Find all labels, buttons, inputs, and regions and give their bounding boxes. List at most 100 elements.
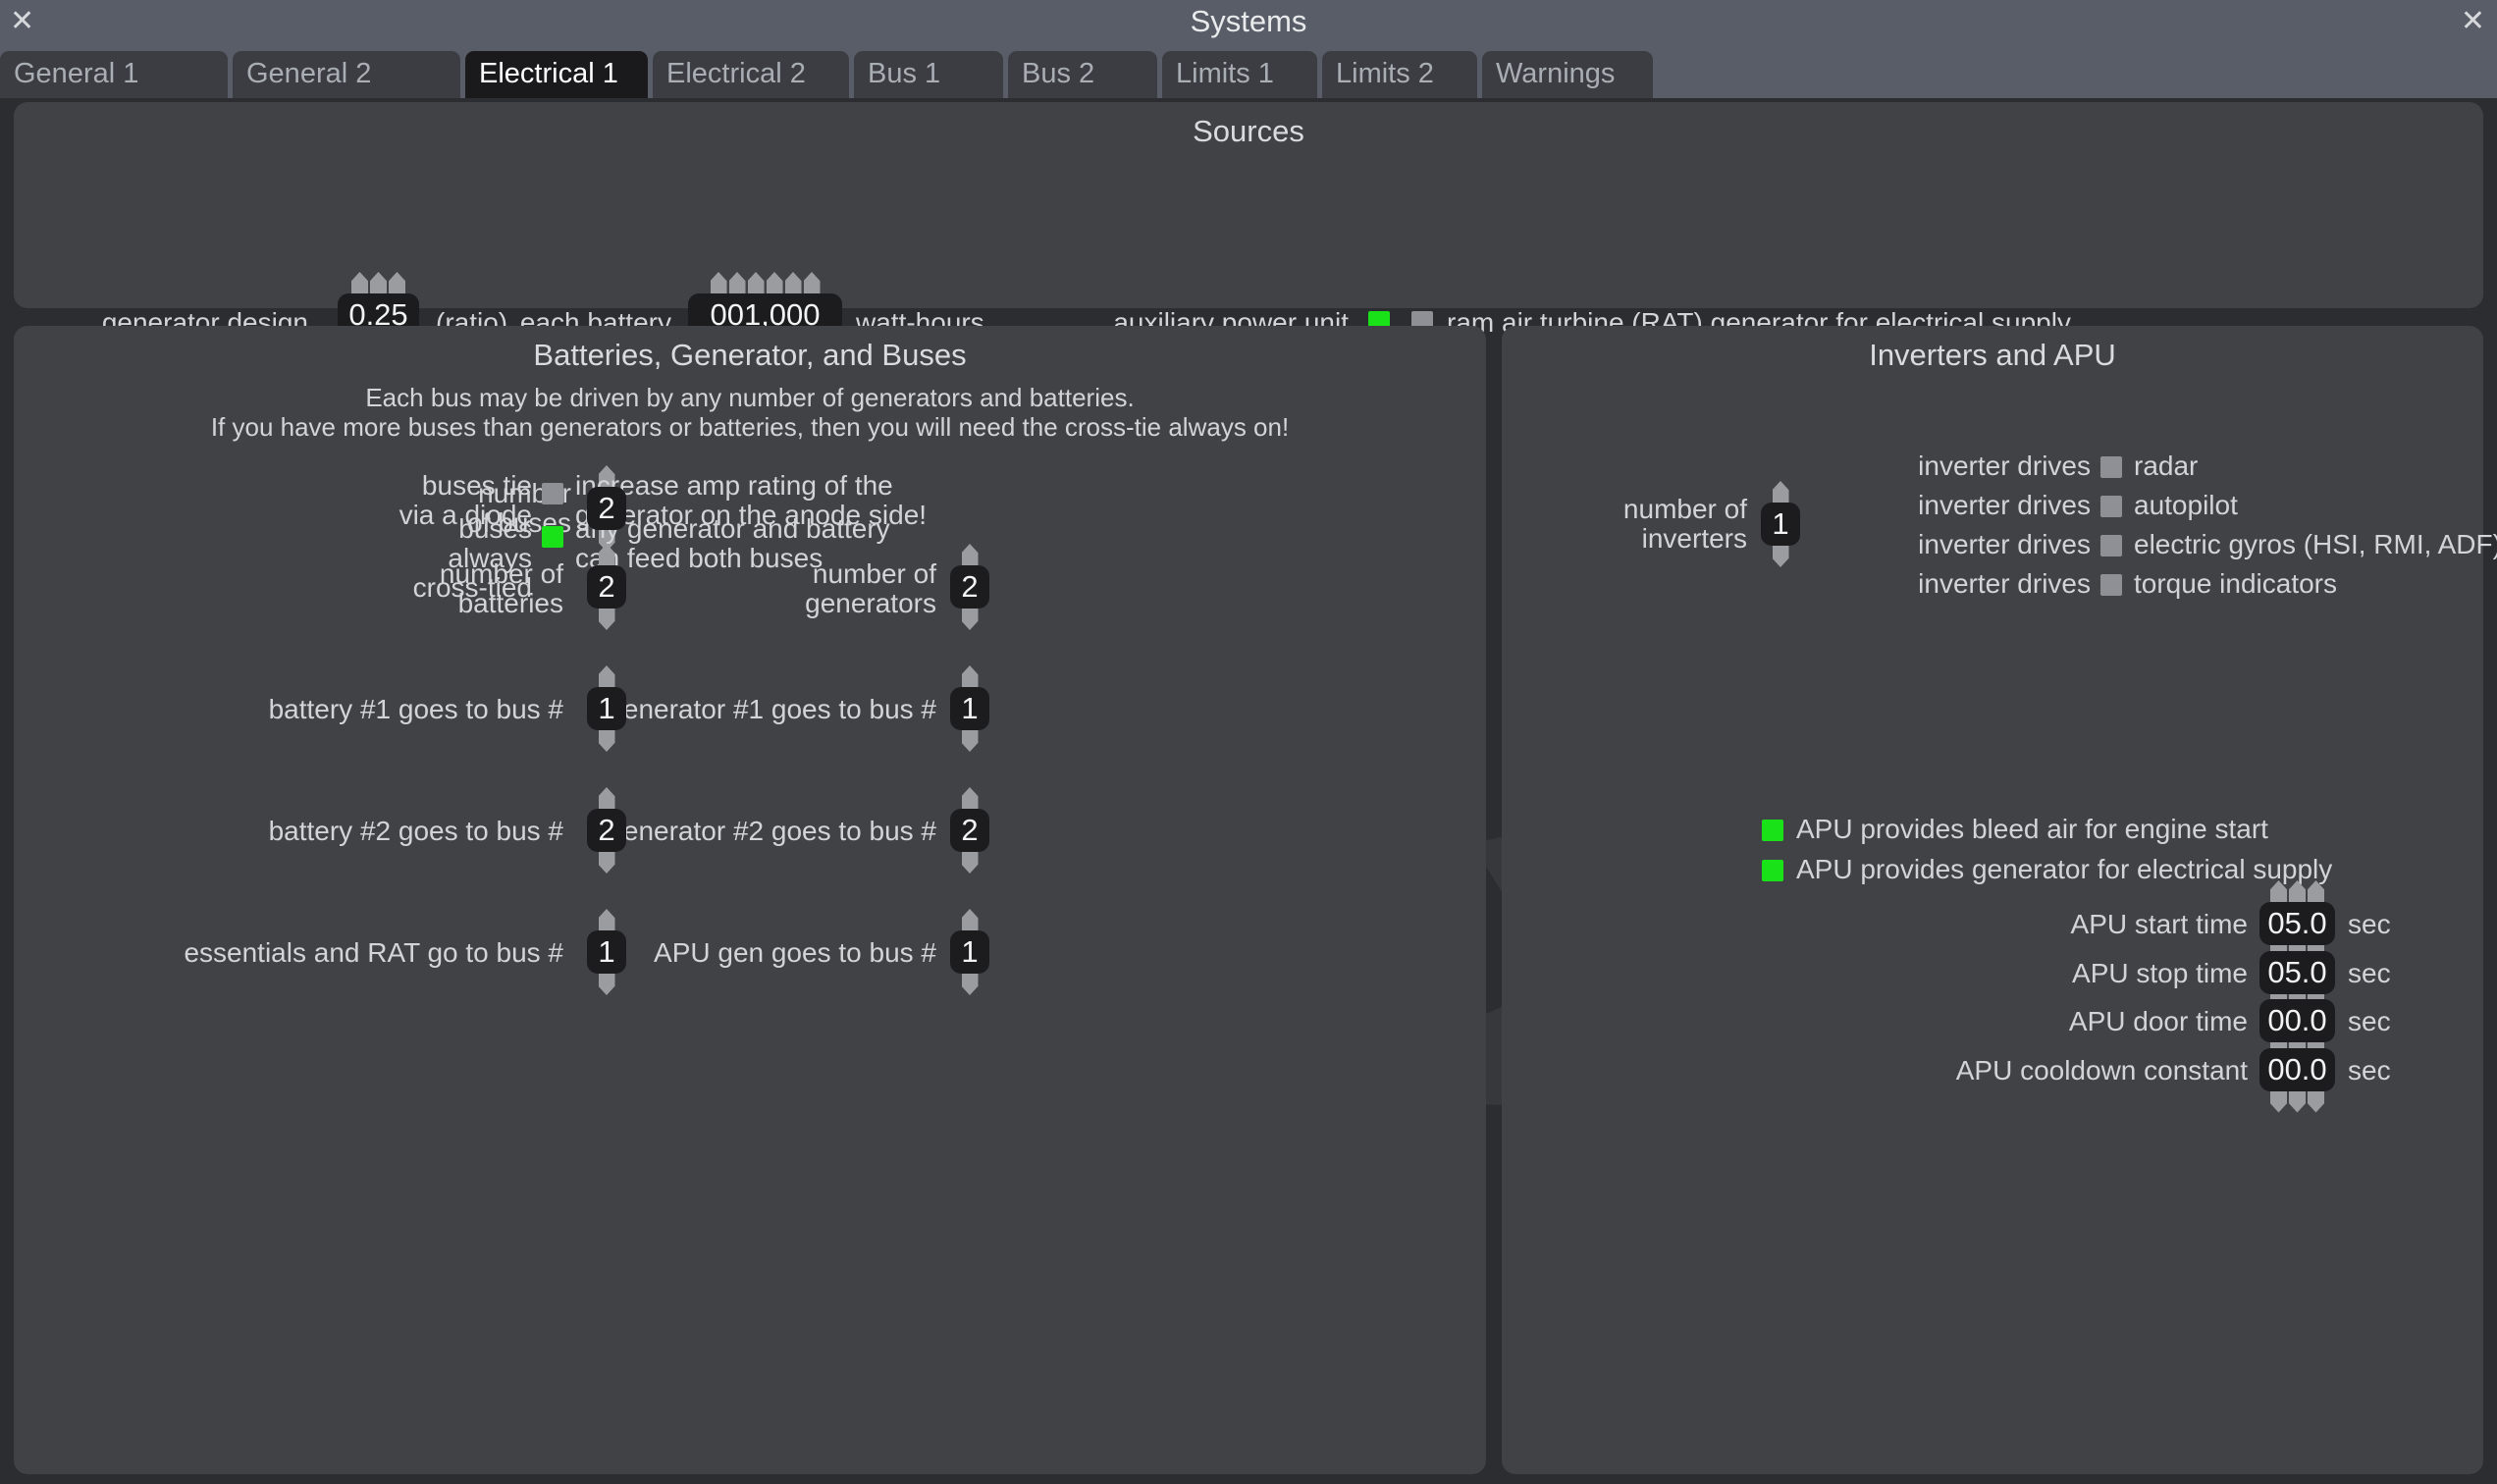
spinner-down-arrows[interactable]: [598, 974, 615, 995]
tab-warnings[interactable]: Warnings: [1482, 51, 1653, 98]
inverter-drives-checkbox[interactable]: [2100, 496, 2122, 517]
tab-limits-1[interactable]: Limits 1: [1162, 51, 1317, 98]
spinner-down-arrow[interactable]: [598, 974, 615, 995]
generator-row-value[interactable]: 1: [950, 687, 989, 730]
generator-row-spinner[interactable]: 2: [950, 544, 989, 630]
spinner-down-arrow[interactable]: [961, 609, 979, 630]
spinner-up-arrow[interactable]: [766, 272, 783, 293]
close-icon-right[interactable]: ✕: [2461, 7, 2485, 36]
buses-tie-diode-checkbox[interactable]: [542, 483, 563, 504]
inverter-drives-prefix: inverter drives: [1918, 529, 2091, 559]
battery-row-value[interactable]: 1: [587, 930, 626, 974]
spinner-up-arrows[interactable]: [598, 909, 615, 930]
battery-row-value[interactable]: 1: [587, 687, 626, 730]
spinner-down-arrow[interactable]: [2289, 1090, 2306, 1113]
spinner-down-arrow[interactable]: [598, 730, 615, 752]
spinner-up-arrow[interactable]: [784, 272, 802, 293]
inverter-drives-checkbox[interactable]: [2100, 456, 2122, 478]
generator-row-spinner[interactable]: 2: [950, 787, 989, 874]
spinner-up-arrow[interactable]: [961, 909, 979, 930]
spinner-up-arrows[interactable]: [598, 665, 615, 687]
inverter-drives-checkbox[interactable]: [2100, 535, 2122, 556]
panel-batteries-subtitle-1: Each bus may be driven by any number of …: [365, 383, 1135, 412]
apu-time-value[interactable]: 00.0: [2259, 999, 2335, 1042]
number-of-buses-value[interactable]: 2: [587, 487, 626, 530]
spinner-up-arrow[interactable]: [598, 787, 615, 809]
spinner-down-arrows[interactable]: [598, 730, 615, 752]
battery-row-spinner[interactable]: 1: [587, 909, 626, 995]
apu-option-checkbox[interactable]: [1762, 860, 1783, 881]
spinner-up-arrow[interactable]: [370, 272, 387, 293]
tab-limits-2[interactable]: Limits 2: [1322, 51, 1477, 98]
spinner-up-arrows[interactable]: [961, 909, 979, 930]
spinner-down-arrows[interactable]: [961, 730, 979, 752]
inverter-drives-prefix: inverter drives: [1918, 490, 2091, 520]
spinner-up-arrow[interactable]: [803, 272, 821, 293]
spinner-up-arrows[interactable]: [2270, 880, 2324, 902]
apu-time-spinner[interactable]: 00.0: [2259, 1026, 2335, 1113]
spinner-up-arrow[interactable]: [2289, 880, 2306, 902]
spinner-up-arrows[interactable]: [961, 544, 979, 565]
spinner-up-arrow[interactable]: [2308, 880, 2324, 902]
spinner-up-arrows[interactable]: [1772, 481, 1789, 503]
buses-cross-tied-checkbox[interactable]: [542, 526, 563, 548]
battery-row-spinner[interactable]: 2: [587, 544, 626, 630]
spinner-down-arrow[interactable]: [961, 730, 979, 752]
spinner-up-arrow[interactable]: [961, 787, 979, 809]
spinner-down-arrows[interactable]: [961, 609, 979, 630]
spinner-down-arrows[interactable]: [1772, 546, 1789, 567]
spinner-down-arrow[interactable]: [961, 852, 979, 874]
generator-row-value[interactable]: 1: [950, 930, 989, 974]
spinner-up-arrow[interactable]: [1772, 481, 1789, 503]
apu-option-checkbox[interactable]: [1762, 820, 1783, 841]
inverter-drives-checkbox[interactable]: [2100, 574, 2122, 596]
spinner-up-arrow[interactable]: [598, 909, 615, 930]
number-of-inverters-spinner[interactable]: 1: [1761, 481, 1800, 567]
battery-row-value[interactable]: 2: [587, 809, 626, 852]
spinner-down-arrow[interactable]: [2308, 1090, 2324, 1113]
spinner-down-arrows[interactable]: [961, 974, 979, 995]
spinner-up-arrow[interactable]: [747, 272, 765, 293]
spinner-down-arrows[interactable]: [598, 852, 615, 874]
apu-time-spinner[interactable]: 00.0: [2259, 978, 2335, 1064]
spinner-up-arrow[interactable]: [2270, 880, 2287, 902]
spinner-down-arrow[interactable]: [1772, 546, 1789, 567]
spinner-up-arrow[interactable]: [389, 272, 405, 293]
battery-row-spinner[interactable]: 2: [587, 787, 626, 874]
apu-time-value[interactable]: 05.0: [2259, 902, 2335, 945]
spinner-up-arrows[interactable]: [351, 272, 405, 293]
battery-row-spinner[interactable]: 1: [587, 665, 626, 752]
spinner-down-arrow[interactable]: [961, 974, 979, 995]
tab-electrical-2[interactable]: Electrical 2: [653, 51, 849, 98]
spinner-down-arrows[interactable]: [961, 852, 979, 874]
generator-row-value[interactable]: 2: [950, 565, 989, 609]
tab-electrical-1[interactable]: Electrical 1: [465, 51, 648, 98]
spinner-down-arrow[interactable]: [598, 852, 615, 874]
apu-time-value[interactable]: 00.0: [2259, 1047, 2335, 1091]
spinner-up-arrows[interactable]: [961, 665, 979, 687]
spinner-down-arrow[interactable]: [2270, 1090, 2287, 1113]
spinner-up-arrow[interactable]: [728, 272, 746, 293]
tab-bus-2[interactable]: Bus 2: [1008, 51, 1157, 98]
battery-row-value[interactable]: 2: [587, 565, 626, 609]
spinner-up-arrows[interactable]: [598, 787, 615, 809]
spinner-up-arrows[interactable]: [710, 272, 821, 293]
generator-row-value[interactable]: 2: [950, 809, 989, 852]
generator-row-spinner[interactable]: 1: [950, 909, 989, 995]
apu-time-spinner[interactable]: 05.0: [2259, 928, 2335, 1016]
spinner-down-arrows[interactable]: [2270, 1090, 2324, 1113]
spinner-up-arrow[interactable]: [961, 665, 979, 687]
spinner-up-arrows[interactable]: [961, 787, 979, 809]
spinner-up-arrow[interactable]: [961, 544, 979, 565]
tab-general-1[interactable]: General 1: [0, 51, 228, 98]
tab-bus-1[interactable]: Bus 1: [854, 51, 1003, 98]
tab-general-2[interactable]: General 2: [233, 51, 460, 98]
apu-time-value[interactable]: 05.0: [2259, 950, 2335, 994]
spinner-up-arrow[interactable]: [598, 665, 615, 687]
spinner-up-arrow[interactable]: [351, 272, 368, 293]
number-of-inverters-value[interactable]: 1: [1761, 503, 1800, 546]
apu-time-spinner[interactable]: 05.0: [2259, 880, 2335, 967]
generator-row-spinner[interactable]: 1: [950, 665, 989, 752]
number-of-buses-spinner[interactable]: 2: [587, 465, 626, 552]
spinner-up-arrow[interactable]: [710, 272, 727, 293]
